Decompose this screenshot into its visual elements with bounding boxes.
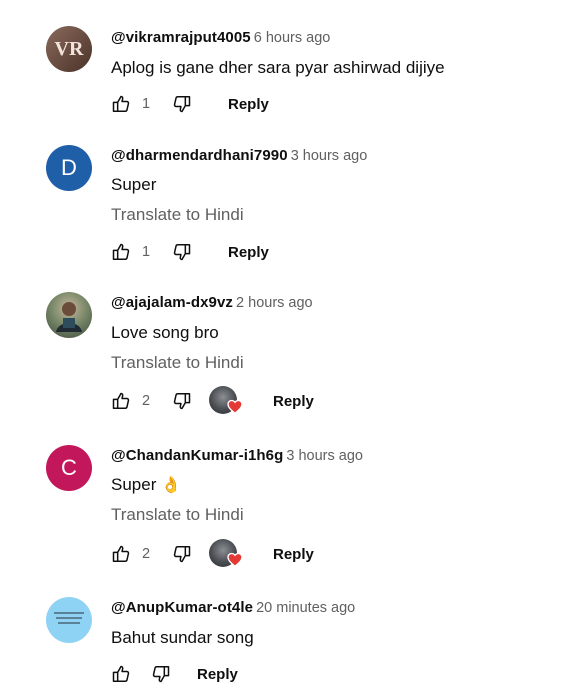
comment-author[interactable]: @ajajalam-dx9vz xyxy=(111,294,233,311)
dislike-icon[interactable] xyxy=(171,543,193,565)
heart-icon xyxy=(227,399,243,419)
comment-author[interactable]: @ChandanKumar-i1h6g xyxy=(111,447,283,464)
like-icon[interactable] xyxy=(110,663,132,685)
like-count: 2 xyxy=(142,393,151,409)
comment-text: Bahut sundar song xyxy=(111,628,254,647)
avatar-letter: C xyxy=(61,455,77,480)
avatar[interactable]: VR xyxy=(46,26,92,72)
comment-text: Super xyxy=(111,175,157,194)
comment-author[interactable]: @AnupKumar-ot4le xyxy=(111,599,253,616)
dislike-icon[interactable] xyxy=(171,390,193,412)
like-icon[interactable] xyxy=(110,543,132,565)
comment-actions: 1 Reply xyxy=(110,92,269,116)
comment-header: @vikramrajput4005 6 hours ago xyxy=(111,29,330,46)
comment-time[interactable]: 2 hours ago xyxy=(236,295,313,311)
like-count: 1 xyxy=(142,244,151,260)
translate-button[interactable]: Translate to Hindi xyxy=(111,353,244,373)
avatar-letter: D xyxy=(61,155,77,180)
avatar[interactable] xyxy=(46,597,92,643)
reply-button[interactable]: Reply xyxy=(228,244,269,261)
like-icon[interactable] xyxy=(110,93,132,115)
translate-button[interactable]: Translate to Hindi xyxy=(111,205,244,225)
like-icon[interactable] xyxy=(110,390,132,412)
comment-text: Aplog is gane dher sara pyar ashirwad di… xyxy=(111,58,445,77)
like-icon[interactable] xyxy=(110,241,132,263)
comment-header: @ajajalam-dx9vz 2 hours ago xyxy=(111,294,313,311)
heart-icon xyxy=(227,552,243,572)
creator-heart-badge xyxy=(209,386,243,419)
like-count: 2 xyxy=(142,546,151,562)
comment-text: Love song bro xyxy=(111,323,219,342)
comment-author[interactable]: @vikramrajput4005 xyxy=(111,29,251,46)
comment-actions: 2 Reply xyxy=(110,386,314,419)
comment-actions: 1 Reply xyxy=(110,240,269,264)
person-photo-icon xyxy=(56,302,82,332)
reply-button[interactable]: Reply xyxy=(197,666,238,683)
comment-time[interactable]: 3 hours ago xyxy=(286,448,363,464)
comment-text-content: Super xyxy=(111,475,157,494)
comment-time[interactable]: 6 hours ago xyxy=(254,30,331,46)
dislike-icon[interactable] xyxy=(171,93,193,115)
like-count: 1 xyxy=(142,96,151,112)
reply-button[interactable]: Reply xyxy=(273,546,314,563)
comment-header: @ChandanKumar-i1h6g 3 hours ago xyxy=(111,447,363,464)
avatar[interactable] xyxy=(46,292,92,338)
comment-time[interactable]: 3 hours ago xyxy=(291,148,368,164)
translate-button[interactable]: Translate to Hindi xyxy=(111,505,244,525)
ok-hand-emoji: 👌 xyxy=(161,477,182,494)
dislike-icon[interactable] xyxy=(171,241,193,263)
comment-text: Super 👌 xyxy=(111,475,181,495)
comment-actions: 2 Reply xyxy=(110,539,314,572)
comment-actions: Reply xyxy=(110,662,238,686)
comment-header: @AnupKumar-ot4le 20 minutes ago xyxy=(111,599,355,616)
creator-heart-badge xyxy=(209,539,243,572)
comment-author[interactable]: @dharmendardhani7990 xyxy=(111,147,288,164)
text-image-icon xyxy=(54,612,84,624)
dislike-icon[interactable] xyxy=(150,663,172,685)
avatar[interactable]: D xyxy=(46,145,92,191)
comment-time[interactable]: 20 minutes ago xyxy=(256,600,355,616)
avatar-initials: VR xyxy=(54,37,84,60)
avatar[interactable]: C xyxy=(46,445,92,491)
comment-header: @dharmendardhani7990 3 hours ago xyxy=(111,147,367,164)
reply-button[interactable]: Reply xyxy=(228,96,269,113)
reply-button[interactable]: Reply xyxy=(273,393,314,410)
